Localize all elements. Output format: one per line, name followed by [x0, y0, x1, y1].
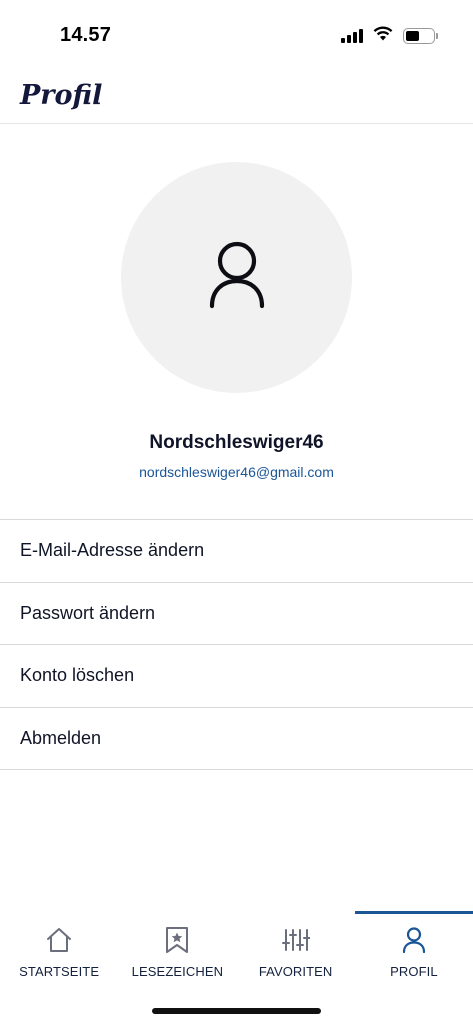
wifi-icon	[373, 26, 393, 46]
home-icon	[46, 926, 72, 954]
battery-fill	[406, 31, 419, 41]
header: Profil	[0, 76, 473, 124]
change-password-item[interactable]: Passwort ändern	[0, 583, 473, 645]
status-time: 14.57	[60, 24, 112, 46]
logout-item[interactable]: Abmelden	[0, 708, 473, 770]
sliders-icon	[281, 926, 310, 954]
tab-label: PROFIL	[390, 964, 438, 979]
change-email-item[interactable]: E-Mail-Adresse ändern	[0, 520, 473, 583]
profile-menu: E-Mail-Adresse ändern Passwort ändern Ko…	[0, 519, 473, 770]
bottom-tab-bar: STARTSEITE LESEZEICHEN FAVORITEN PROFIL	[0, 908, 473, 998]
tab-label: STARTSEITE	[19, 964, 100, 979]
home-indicator[interactable]	[152, 1008, 321, 1014]
user-email: nordschleswiger46@gmail.com	[139, 464, 334, 480]
tab-startseite[interactable]: STARTSEITE	[0, 908, 118, 998]
status-icons	[341, 26, 438, 46]
tab-favoriten[interactable]: FAVORITEN	[237, 908, 355, 998]
battery-icon	[403, 28, 438, 44]
tab-profil[interactable]: PROFIL	[354, 908, 473, 998]
user-name: Nordschleswiger46	[149, 432, 324, 453]
signal-icon	[341, 29, 363, 43]
user-icon	[209, 239, 265, 316]
tab-lesezeichen[interactable]: LESEZEICHEN	[118, 908, 236, 998]
avatar[interactable]	[121, 162, 352, 393]
bookmark-star-icon	[165, 926, 189, 954]
delete-account-item[interactable]: Konto löschen	[0, 645, 473, 708]
tab-label: LESEZEICHEN	[131, 964, 224, 979]
user-icon	[402, 926, 426, 954]
tab-label: FAVORITEN	[258, 964, 333, 979]
status-bar: 14.57	[0, 0, 473, 70]
page-title: Profil	[20, 80, 103, 111]
